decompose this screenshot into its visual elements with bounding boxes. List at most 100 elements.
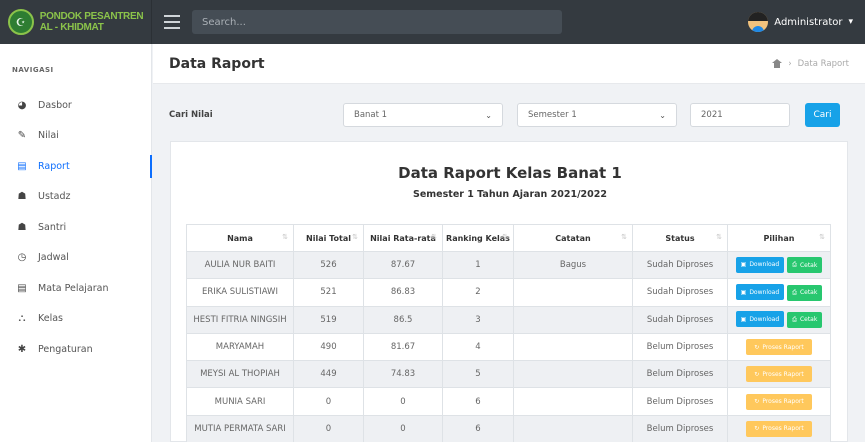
column-header-nilai-rata-rata[interactable]: Nilai Rata-rata ⇅ bbox=[363, 224, 443, 252]
proses-raport-button[interactable]: ↻ Proses Raport bbox=[746, 339, 812, 356]
cell-ranking: 4 bbox=[442, 332, 514, 362]
brand-logo[interactable]: ☪ PONDOK PESANTREN AL - KHIDMAT bbox=[0, 0, 152, 44]
sidebar-item-kelas[interactable]: ⛬ Kelas bbox=[0, 304, 151, 335]
cell-nama: MUTIA PERMATA SARI bbox=[186, 414, 294, 442]
column-header-catatan[interactable]: Catatan ⇅ bbox=[513, 224, 633, 252]
cell-pilihan: ↻ Proses Raport bbox=[727, 332, 831, 362]
kelas-select-value: Banat 1 bbox=[354, 110, 388, 120]
refresh-icon: ↻ bbox=[754, 398, 760, 406]
column-header-nama[interactable]: Nama ⇅ bbox=[186, 224, 294, 252]
cell-pilihan: ↻ Proses Raport bbox=[727, 387, 831, 416]
cell-catatan bbox=[513, 387, 633, 416]
cell-nilai-total: 490 bbox=[293, 332, 364, 362]
search-input[interactable] bbox=[192, 10, 562, 34]
cetak-button-label: Cetak bbox=[799, 316, 818, 324]
sidebar-item-label: Pengaturan bbox=[38, 343, 93, 355]
cell-status: Belum Diproses bbox=[632, 332, 728, 362]
report-table: Nama ⇅ Nilai Total ⇅ Nilai Rata-rata ⇅ Rank… bbox=[186, 224, 831, 442]
sidebar-item-label: Mata Pelajaran bbox=[38, 282, 109, 294]
cell-ranking: 3 bbox=[442, 305, 514, 334]
column-header-pilihan[interactable]: Pilihan ⇅ bbox=[727, 224, 831, 252]
cell-catatan bbox=[513, 360, 633, 389]
cell-status: Sudah Diproses bbox=[632, 250, 728, 280]
print-icon: ⎙ bbox=[792, 315, 797, 323]
cell-nilai-rata-rata: 86.83 bbox=[363, 278, 443, 307]
sidebar-item-label: Jadwal bbox=[38, 252, 69, 264]
table-header-row: Nama ⇅ Nilai Total ⇅ Nilai Rata-rata ⇅ Rank… bbox=[186, 224, 831, 252]
report-card: Data Raport Kelas Banat 1 Semester 1 Tah… bbox=[170, 141, 848, 442]
sidebar-dashboard-icon: ◕ bbox=[17, 99, 27, 111]
file-icon: ▣ bbox=[740, 288, 747, 296]
kelas-select[interactable]: Banat 1 ⌄ bbox=[343, 103, 503, 127]
sort-icon: ⇅ bbox=[502, 233, 508, 241]
search-button[interactable]: Cari bbox=[805, 103, 840, 127]
table-row: MEYSI AL THOPIAH 449 74.83 5 Belum Diproses ↻… bbox=[186, 360, 831, 389]
table-row: HESTI FITRIA NINGSIH 519 86.5 3 Sudah Dipros… bbox=[186, 305, 831, 334]
cell-pilihan: ▣ Download ⎙ Cetak bbox=[727, 305, 831, 334]
report-title: Data Raport Kelas Banat 1 bbox=[398, 164, 622, 182]
cell-nilai-rata-rata: 87.67 bbox=[363, 250, 443, 280]
proses-raport-button[interactable]: ↻ Proses Raport bbox=[746, 393, 812, 410]
sidebar-edit-icon: ✎ bbox=[17, 130, 27, 142]
sidebar-item-label: Kelas bbox=[38, 313, 64, 325]
proses-raport-label: Proses Raport bbox=[762, 370, 804, 378]
proses-raport-label: Proses Raport bbox=[762, 425, 804, 433]
download-button[interactable]: ▣ Download bbox=[735, 311, 785, 328]
sort-icon: ⇅ bbox=[716, 233, 722, 241]
sidebar-item-raport[interactable]: ▤ Raport bbox=[0, 151, 152, 182]
cell-pilihan: ▣ Download ⎙ Cetak bbox=[727, 250, 831, 280]
filter-label: Cari Nilai bbox=[169, 110, 213, 120]
proses-raport-button[interactable]: ↻ Proses Raport bbox=[746, 420, 812, 437]
refresh-icon: ↻ bbox=[754, 425, 760, 433]
menu-toggle-icon[interactable] bbox=[164, 15, 180, 29]
cetak-button[interactable]: ⎙ Cetak bbox=[787, 284, 823, 301]
sidebar-item-dasbor[interactable]: ◕ Dasbor bbox=[0, 90, 151, 121]
sidebar-item-jadwal[interactable]: ◷ Jadwal bbox=[0, 243, 151, 274]
cell-ranking: 6 bbox=[442, 414, 514, 442]
cell-nilai-total: 519 bbox=[293, 305, 364, 334]
refresh-icon: ↻ bbox=[754, 343, 760, 351]
page-header: Data Raport › Data Raport bbox=[153, 44, 865, 84]
cell-nilai-rata-rata: 0 bbox=[363, 387, 443, 416]
sidebar-item-santri[interactable]: ☗ Santri bbox=[0, 212, 151, 243]
sidebar-sitemap-icon: ⛬ bbox=[18, 313, 26, 325]
sidebar-item-pengaturan[interactable]: ✱ Pengaturan bbox=[0, 334, 151, 365]
table-row: MUTIA PERMATA SARI 0 0 6 Belum Diproses ↻ Pros… bbox=[186, 414, 831, 442]
chevron-down-icon: ⌄ bbox=[485, 110, 492, 120]
year-input[interactable] bbox=[690, 103, 790, 127]
sidebar-item-ustadz[interactable]: ☗ Ustadz bbox=[0, 182, 151, 213]
table-row: MUNIA SARI 0 0 6 Belum Diproses ↻ Proses Rapor… bbox=[186, 387, 831, 416]
user-name: Administrator bbox=[774, 16, 843, 28]
cell-nilai-rata-rata: 0 bbox=[363, 414, 443, 442]
user-menu[interactable]: Administrator ▾ bbox=[748, 12, 853, 32]
proses-raport-button[interactable]: ↻ Proses Raport bbox=[746, 366, 812, 383]
sidebar-item-label: Raport bbox=[38, 160, 70, 172]
sidebar-heading: NAVIGASI bbox=[12, 66, 54, 74]
semester-select[interactable]: Semester 1 ⌄ bbox=[517, 103, 677, 127]
cell-catatan bbox=[513, 332, 633, 362]
sidebar-item-label: Nilai bbox=[38, 130, 59, 142]
cell-nama: MEYSI AL THOPIAH bbox=[186, 360, 294, 389]
sidebar-book-icon: ▤ bbox=[17, 160, 27, 172]
column-header-ranking[interactable]: Ranking Kelas ⇅ bbox=[442, 224, 514, 252]
sidebar-item-mata-pelajaran[interactable]: ▤ Mata Pelajaran bbox=[0, 273, 151, 304]
download-button[interactable]: ▣ Download bbox=[735, 284, 785, 301]
cell-ranking: 6 bbox=[442, 387, 514, 416]
home-icon[interactable] bbox=[772, 59, 783, 68]
sort-icon: ⇅ bbox=[819, 233, 825, 241]
sidebar-gear-icon: ✱ bbox=[17, 343, 27, 355]
column-header-status[interactable]: Status ⇅ bbox=[632, 224, 728, 252]
report-subtitle: Semester 1 Tahun Ajaran 2021/2022 bbox=[413, 189, 607, 200]
download-button[interactable]: ▣ Download bbox=[735, 256, 785, 273]
avatar bbox=[748, 12, 769, 32]
sidebar-item-label: Ustadz bbox=[38, 191, 71, 203]
cetak-button[interactable]: ⎙ Cetak bbox=[787, 257, 823, 274]
column-header-nilai-total[interactable]: Nilai Total ⇅ bbox=[293, 224, 364, 252]
cell-nilai-rata-rata: 86.5 bbox=[363, 305, 443, 334]
sort-icon: ⇅ bbox=[282, 233, 288, 241]
cetak-button[interactable]: ⎙ Cetak bbox=[787, 311, 823, 328]
semester-select-value: Semester 1 bbox=[528, 110, 577, 120]
sidebar-item-nilai[interactable]: ✎ Nilai bbox=[0, 121, 151, 152]
proses-raport-label: Proses Raport bbox=[762, 343, 804, 351]
proses-raport-label: Proses Raport bbox=[762, 398, 804, 406]
